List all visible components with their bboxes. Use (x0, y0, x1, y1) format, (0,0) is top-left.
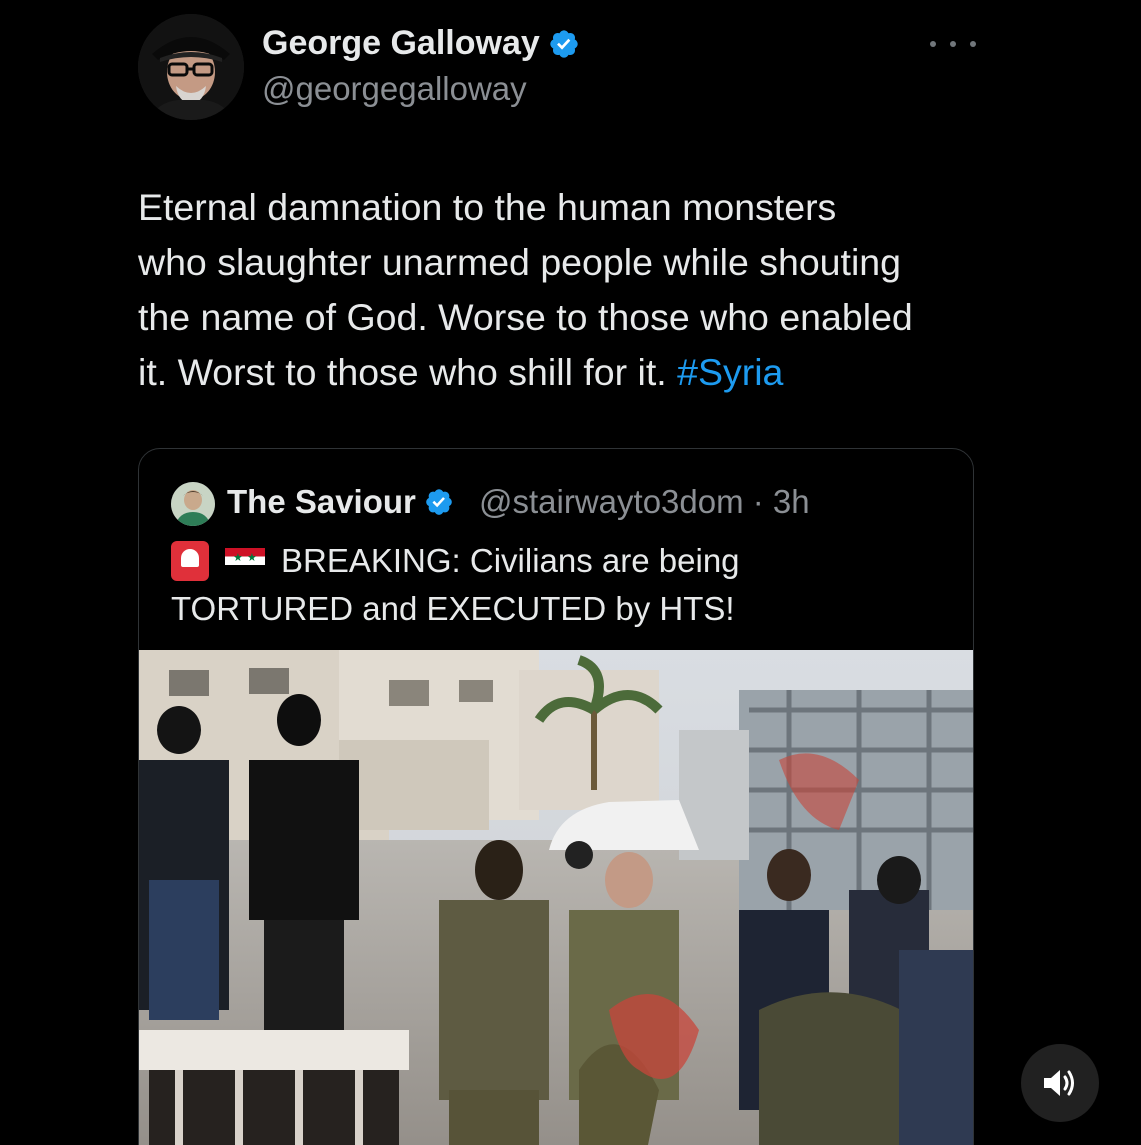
verified-badge-icon (426, 489, 452, 515)
verified-badge-icon (550, 29, 578, 58)
quoted-tweet-card[interactable]: The Saviour @stairwayto3dom · 3h BREAKIN… (138, 448, 974, 1145)
more-dot (970, 41, 976, 47)
siren-emoji-icon (171, 541, 209, 581)
video-thumbnail[interactable] (139, 650, 973, 1145)
hashtag-link[interactable]: #Syria (677, 351, 783, 393)
tweet-text-line: it. Worst to those who shill for it. (138, 351, 678, 393)
quoted-tweet-text: BREAKING: Civilians are being TORTURED a… (171, 537, 951, 633)
video-thumbnail-image (139, 650, 973, 1145)
author-avatar[interactable] (138, 14, 244, 120)
tweet-text-line: the name of God. Worse to those who enab… (138, 296, 913, 338)
quoted-avatar-image (171, 482, 215, 526)
author-avatar-image (138, 14, 244, 120)
quoted-text-line-2: TORTURED and EXECUTED by HTS! (171, 585, 951, 633)
author-name-text[interactable]: George Galloway (262, 24, 540, 63)
more-dot (930, 41, 936, 47)
quoted-author-avatar[interactable] (171, 482, 215, 526)
more-options-icon[interactable] (930, 30, 976, 58)
syria-flag-emoji-icon (225, 548, 265, 574)
speaker-volume-icon (1044, 1070, 1074, 1096)
volume-button[interactable] (1021, 1044, 1099, 1122)
quoted-author-handle[interactable]: @stairwayto3dom · 3h (479, 483, 810, 521)
tweet-text-line-last: it. Worst to those who shill for it. #Sy… (138, 345, 998, 400)
quoted-text-line-1: BREAKING: Civilians are being (171, 537, 951, 585)
quoted-text-line: BREAKING: Civilians are being (281, 542, 740, 579)
author-handle[interactable]: @georgegalloway (262, 70, 527, 108)
tweet-text-line: Eternal damnation to the human monsters (138, 186, 837, 228)
tweet-text: Eternal damnation to the human monsters … (138, 180, 998, 400)
quoted-text-line: TORTURED and EXECUTED by HTS! (171, 590, 735, 627)
author-name[interactable]: George Galloway (262, 24, 580, 63)
tweet-page: George Galloway @georgegalloway Eternal … (0, 0, 1141, 1145)
quoted-author-name-text[interactable]: The Saviour (227, 483, 416, 521)
tweet-text-line: who slaughter unarmed people while shout… (138, 241, 902, 283)
quoted-author-name[interactable]: The Saviour (227, 483, 454, 521)
more-dot (950, 41, 956, 47)
